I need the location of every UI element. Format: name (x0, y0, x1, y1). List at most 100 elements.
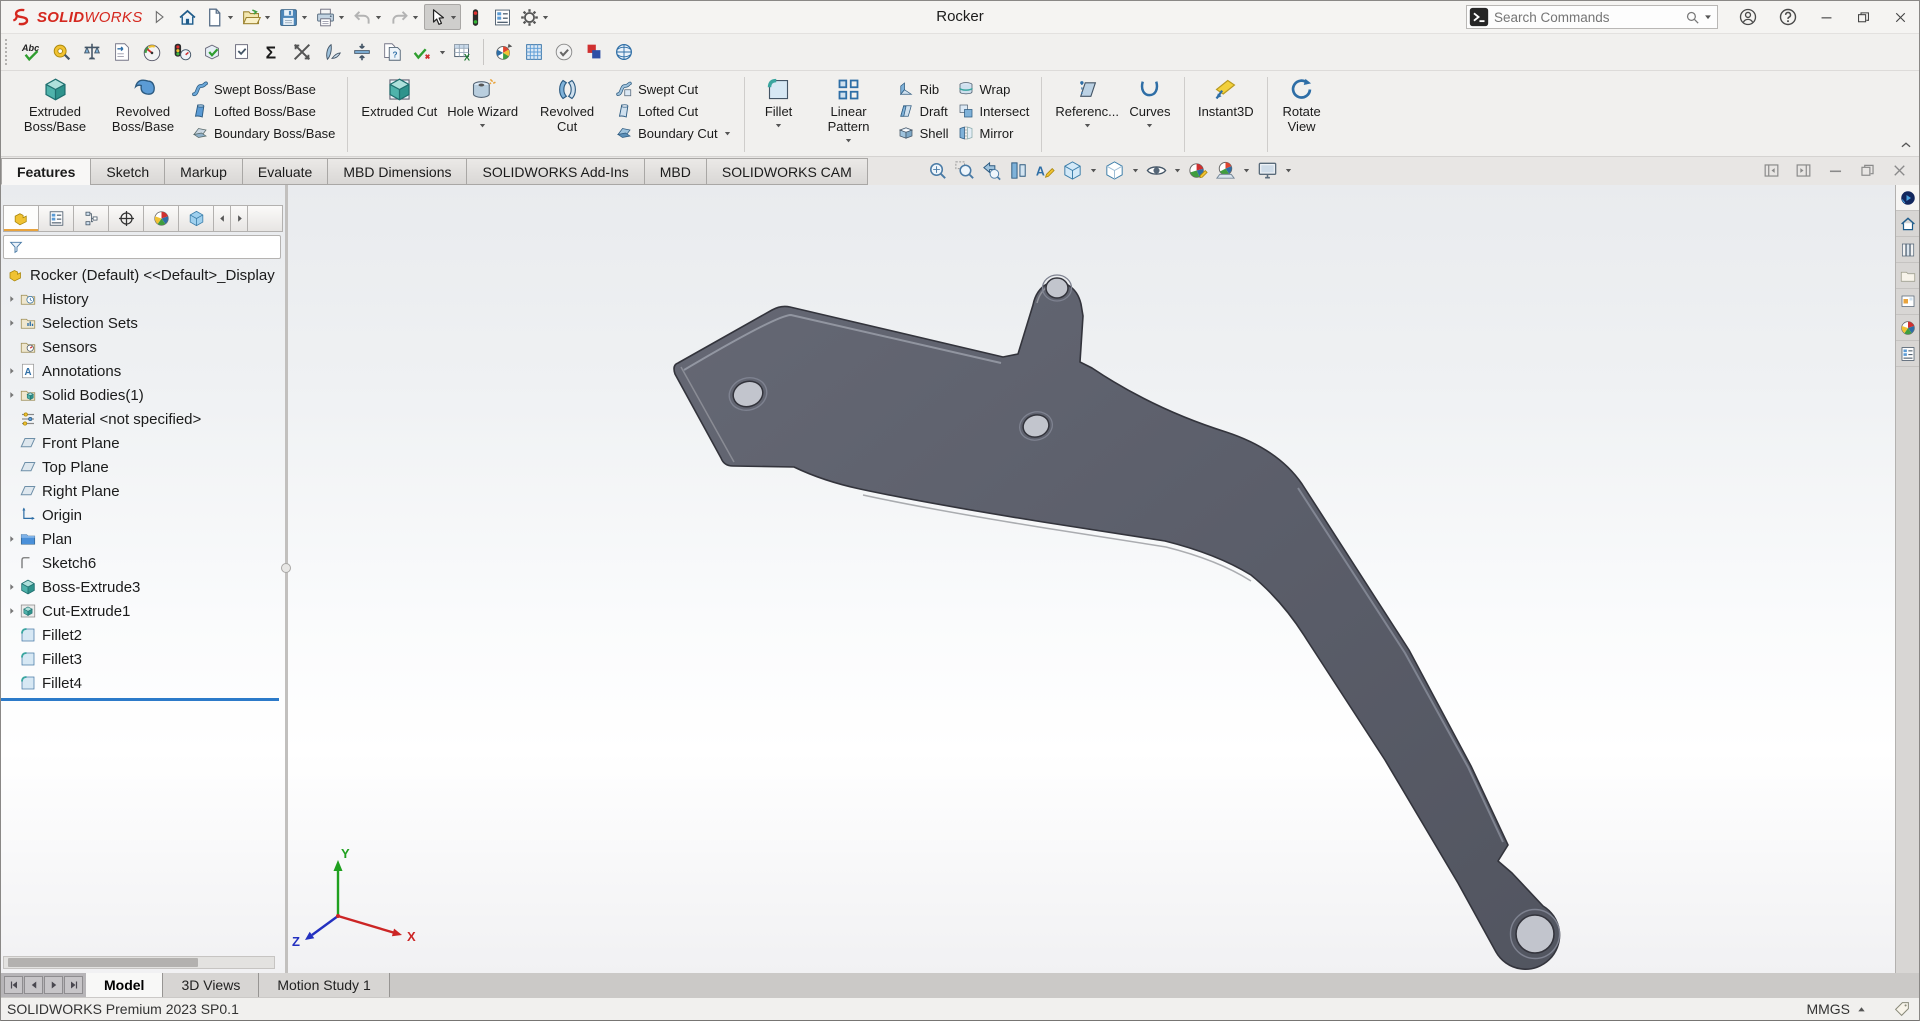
equations-button[interactable]: Σ (257, 37, 287, 67)
taskpane-file-explorer-button[interactable] (1896, 263, 1919, 289)
pattern-preview-button[interactable] (519, 37, 549, 67)
fm-tab-configurationmanager[interactable] (74, 206, 109, 231)
help-icon[interactable] (1778, 7, 1798, 27)
save-button[interactable] (276, 4, 311, 30)
user-account-icon[interactable] (1738, 7, 1758, 27)
undo-button[interactable] (350, 4, 385, 30)
menu-expand-icon[interactable] (151, 9, 167, 25)
tree-item-history[interactable]: History (1, 287, 285, 311)
search-input[interactable] (1494, 10, 1684, 25)
section-view-icon[interactable] (1007, 159, 1030, 182)
expand-arrow-icon[interactable] (5, 318, 19, 328)
tree-item-plan[interactable]: Plan (1, 527, 285, 551)
ribbon-boundary-boss-base-button[interactable]: Boundary Boss/Base (187, 122, 339, 144)
display-options-button[interactable] (490, 4, 515, 30)
tree-item-solid-bodies-1[interactable]: Solid Bodies(1) (1, 383, 285, 407)
tree-item-top-plane[interactable]: Top Plane (1, 455, 285, 479)
dock-pane-right-icon[interactable] (1794, 161, 1813, 180)
edit-appearance-icon[interactable] (1187, 159, 1210, 182)
taskpane-view-palette-button[interactable] (1896, 289, 1919, 315)
tree-item-selection-sets[interactable]: Selection Sets (1, 311, 285, 335)
tab-sketch[interactable]: Sketch (90, 158, 165, 185)
tree-item-annotations[interactable]: AAnnotations (1, 359, 285, 383)
annotation-view-icon[interactable]: A (1034, 159, 1057, 182)
check-entity-button[interactable] (197, 37, 227, 67)
caret-down-icon[interactable] (411, 13, 420, 22)
tree-item-fillet3[interactable]: Fillet3 (1, 647, 285, 671)
ribbon-wrap-button[interactable]: Wrap (953, 78, 1034, 100)
ribbon-lofted-boss-base-button[interactable]: Lofted Boss/Base (187, 100, 339, 122)
search-caret-icon[interactable] (1703, 12, 1713, 22)
ribbon-collapse-icon[interactable] (1899, 138, 1913, 152)
view-orientation-icon[interactable] (1061, 159, 1084, 182)
taskpane-design-library-button[interactable] (1896, 237, 1919, 263)
expand-arrow-icon[interactable] (5, 534, 19, 544)
ribbon-hole-wizard-button[interactable]: Hole Wizard (442, 75, 523, 131)
dock-pane-left-icon[interactable] (1762, 161, 1781, 180)
fm-tab-displaymanager[interactable] (144, 206, 179, 231)
tree-item-fillet2[interactable]: Fillet2 (1, 623, 285, 647)
caret-down-icon[interactable] (1145, 121, 1154, 130)
caret-down-icon[interactable] (1131, 166, 1140, 175)
tab-mbd[interactable]: MBD (644, 158, 707, 185)
expand-arrow-icon[interactable] (5, 582, 19, 592)
lug-hole[interactable] (1046, 278, 1068, 298)
ribbon-referenc-button[interactable]: Referenc... (1050, 75, 1124, 131)
view-settings-icon[interactable] (1256, 159, 1279, 182)
caret-down-icon[interactable] (1089, 166, 1098, 175)
tree-filter-box[interactable] (3, 235, 281, 259)
sync-globe-button[interactable] (609, 37, 639, 67)
restore-button[interactable] (1855, 9, 1872, 26)
redo-button[interactable] (387, 4, 422, 30)
print-button[interactable] (313, 4, 348, 30)
tree-scroll-right-button[interactable] (231, 206, 248, 231)
compare-documents-button[interactable]: ? (377, 37, 407, 67)
fm-tab-dimxpertmanager[interactable] (109, 206, 144, 231)
apply-scene-icon[interactable] (1214, 159, 1237, 182)
tree-item-fillet4[interactable]: Fillet4 (1, 671, 285, 695)
caret-down-icon[interactable] (438, 48, 447, 57)
design-checker-button[interactable] (227, 37, 257, 67)
caret-down-icon[interactable] (449, 13, 458, 22)
previous-tab-button[interactable] (24, 976, 43, 994)
graphics-area[interactable]: Y X Z Rocker (Default) <<Default>_Displa… (1, 185, 1919, 973)
ribbon-lofted-cut-button[interactable]: Lofted Cut (611, 100, 736, 122)
toolbar-grip[interactable] (5, 39, 11, 65)
hide-show-icon[interactable] (1145, 159, 1168, 182)
expand-arrow-icon[interactable] (5, 390, 19, 400)
pane-minimize-icon[interactable] (1826, 161, 1845, 180)
caret-down-icon[interactable] (337, 13, 346, 22)
ribbon-extruded-boss-base-button[interactable]: Extruded Boss/Base (11, 75, 99, 135)
tree-scroll-left-button[interactable] (214, 206, 231, 231)
render-tools-button[interactable] (489, 37, 519, 67)
scrollbar-thumb[interactable] (8, 958, 198, 967)
home-button[interactable] (175, 4, 200, 30)
caret-down-icon[interactable] (478, 121, 487, 130)
fm-tab-propertymanager[interactable] (39, 206, 74, 231)
caret-down-icon[interactable] (774, 121, 783, 130)
doc-tab-3d-views[interactable]: 3D Views (163, 973, 259, 997)
caret-down-icon[interactable] (300, 13, 309, 22)
ribbon-rotate-view-button[interactable]: Rotate View (1276, 75, 1328, 135)
ribbon-draft-button[interactable]: Draft (893, 100, 953, 122)
zoom-area-icon[interactable] (953, 159, 976, 182)
zoom-fit-icon[interactable] (926, 159, 949, 182)
ribbon-shell-button[interactable]: Shell (893, 122, 953, 144)
select-button[interactable] (424, 4, 461, 30)
fm-tab-featuremanager-design-tree[interactable] (4, 206, 39, 231)
close-button[interactable] (1892, 9, 1909, 26)
ribbon-instant3d-button[interactable]: Instant3D (1193, 75, 1259, 120)
tree-horizontal-scrollbar[interactable] (3, 956, 275, 969)
spell-check-button[interactable]: Abc (17, 37, 47, 67)
tag-icon[interactable] (1893, 1000, 1911, 1018)
symmetry-check-button[interactable] (347, 37, 377, 67)
caret-down-icon[interactable] (844, 136, 853, 145)
panel-collapse-handle[interactable] (281, 563, 291, 573)
display-style-icon[interactable] (1103, 159, 1126, 182)
ribbon-intersect-button[interactable]: Intersect (953, 100, 1034, 122)
part-viewport[interactable]: Y X Z (285, 185, 1897, 973)
caret-down-icon[interactable] (1083, 121, 1092, 130)
ribbon-swept-cut-button[interactable]: Swept Cut (611, 78, 736, 100)
ribbon-linear-pattern-button[interactable]: Linear Pattern (805, 75, 893, 146)
caret-down-icon[interactable] (723, 129, 732, 138)
